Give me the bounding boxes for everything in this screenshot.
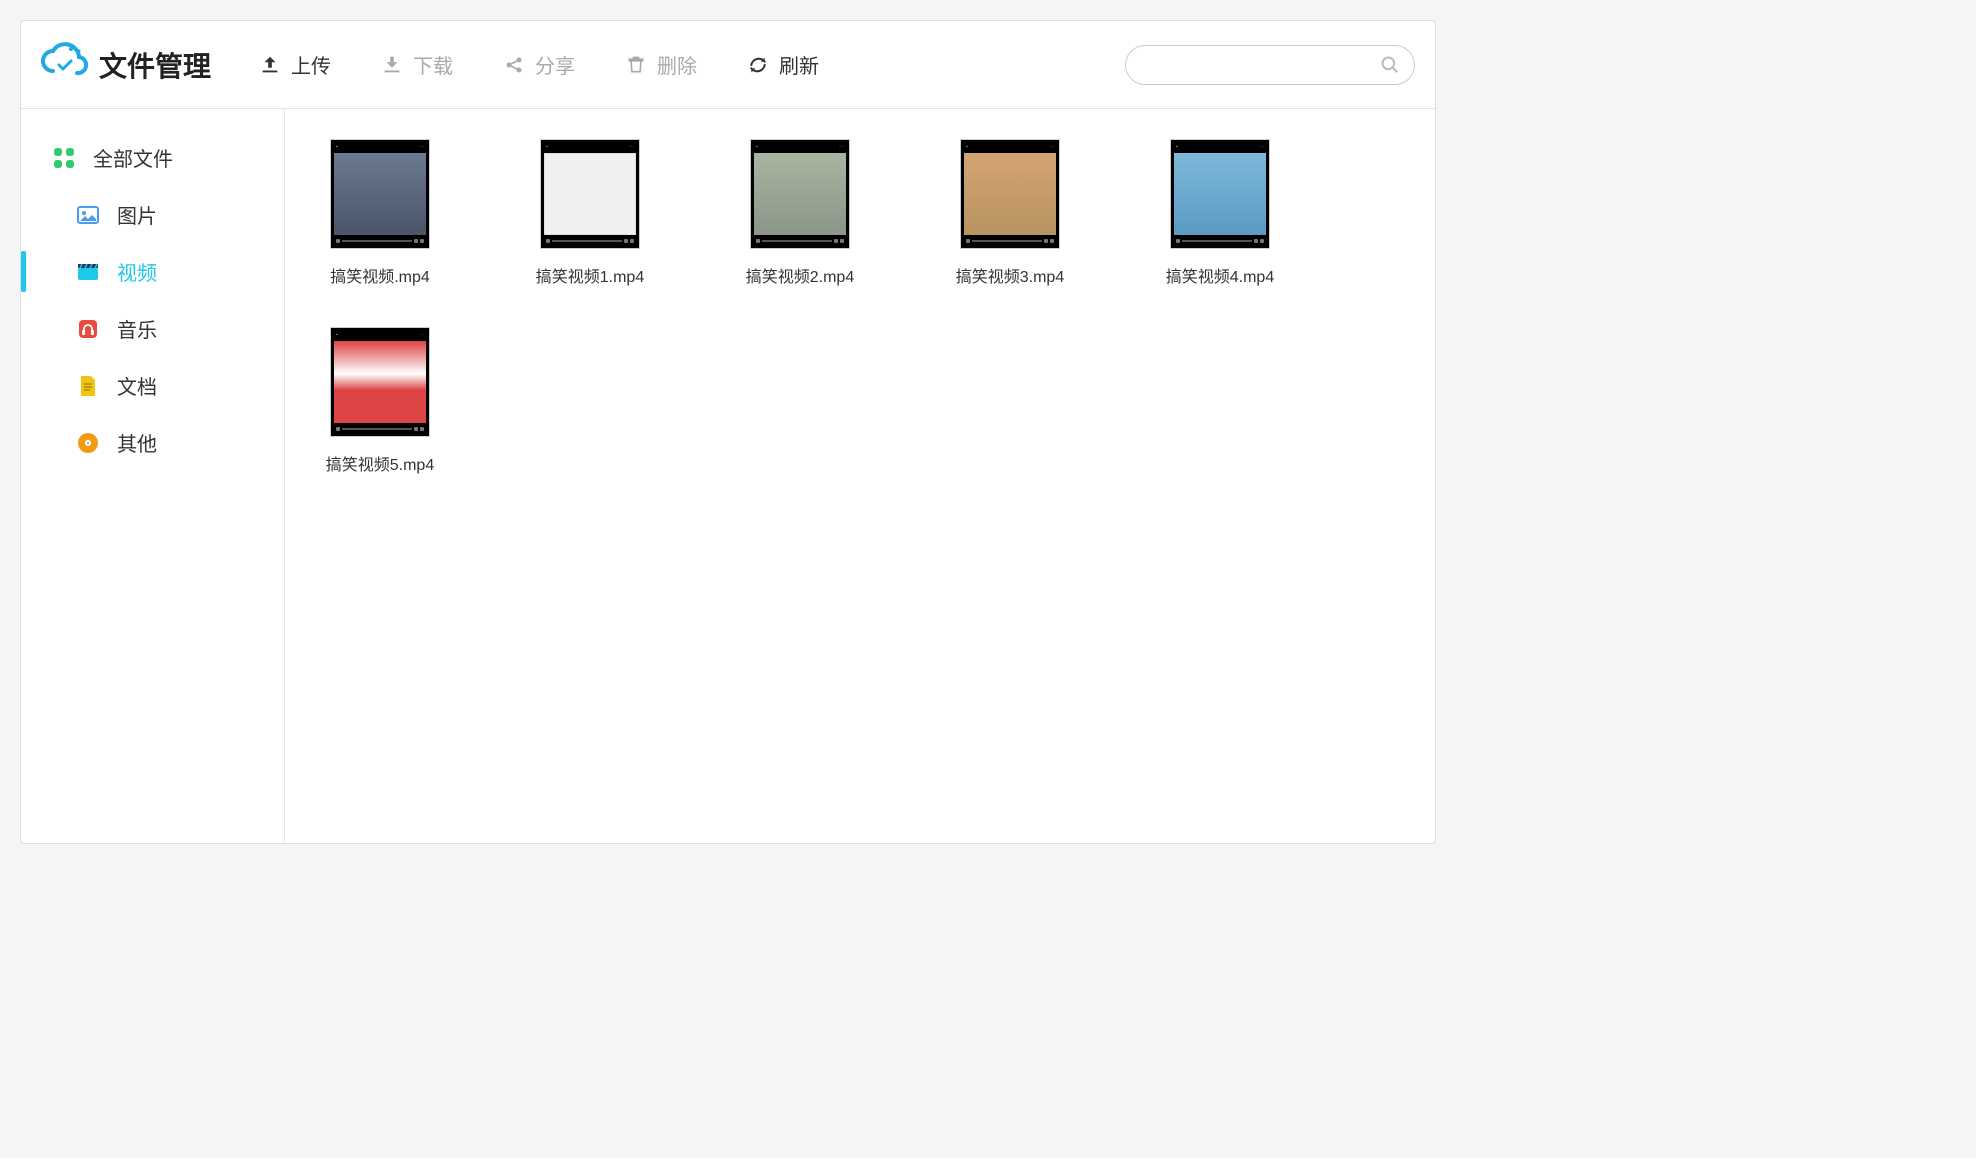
upload-button[interactable]: 上传	[259, 50, 331, 79]
sidebar-videos-label: 视频	[117, 257, 157, 286]
toolbar-buttons: 上传 下载 分享 删除	[259, 50, 1117, 79]
video-thumbnail: ▪⋯	[1170, 139, 1270, 249]
search-input[interactable]	[1140, 56, 1380, 74]
disc-icon	[75, 430, 101, 456]
sidebar-music-label: 音乐	[117, 314, 157, 343]
sidebar: 全部文件 图片 视频 音乐	[21, 109, 285, 843]
content-area: ▪⋯ 搞笑视频.mp4 ▪⋯ 搞笑视频1.mp4 ▪⋯ 搞笑视频2.mp4 ▪⋯…	[285, 109, 1435, 843]
delete-button[interactable]: 删除	[625, 50, 697, 79]
sidebar-item-images[interactable]: 图片	[21, 186, 284, 243]
trash-icon	[625, 54, 647, 76]
file-item[interactable]: ▪⋯ 搞笑视频1.mp4	[515, 139, 665, 287]
download-icon	[381, 54, 403, 76]
video-thumbnail: ▪⋯	[330, 139, 430, 249]
file-name: 搞笑视频.mp4	[330, 263, 430, 287]
upload-label: 上传	[291, 50, 331, 79]
download-label: 下载	[413, 50, 453, 79]
file-name: 搞笑视频3.mp4	[956, 263, 1064, 287]
image-icon	[75, 202, 101, 228]
share-icon	[503, 54, 525, 76]
video-thumbnail: ▪⋯	[540, 139, 640, 249]
app-title: 文件管理	[99, 45, 211, 85]
search-icon[interactable]	[1380, 55, 1400, 75]
video-thumbnail: ▪⋯	[750, 139, 850, 249]
file-grid: ▪⋯ 搞笑视频.mp4 ▪⋯ 搞笑视频1.mp4 ▪⋯ 搞笑视频2.mp4 ▪⋯…	[305, 139, 1415, 475]
file-item[interactable]: ▪⋯ 搞笑视频2.mp4	[725, 139, 875, 287]
file-item[interactable]: ▪⋯ 搞笑视频4.mp4	[1145, 139, 1295, 287]
body-area: 全部文件 图片 视频 音乐	[21, 109, 1435, 843]
video-thumbnail: ▪⋯	[330, 327, 430, 437]
grid-icon	[51, 145, 77, 171]
file-name: 搞笑视频4.mp4	[1166, 263, 1274, 287]
sidebar-item-music[interactable]: 音乐	[21, 300, 284, 357]
app-window: 文件管理 上传 下载 分享	[20, 20, 1436, 844]
sidebar-images-label: 图片	[117, 200, 157, 229]
sidebar-item-documents[interactable]: 文档	[21, 357, 284, 414]
sidebar-others-label: 其他	[117, 428, 157, 457]
sidebar-all-files-label: 全部文件	[93, 143, 173, 172]
search-box[interactable]	[1125, 45, 1415, 85]
file-item[interactable]: ▪⋯ 搞笑视频3.mp4	[935, 139, 1085, 287]
refresh-icon	[747, 54, 769, 76]
toolbar: 文件管理 上传 下载 分享	[21, 21, 1435, 109]
file-item[interactable]: ▪⋯ 搞笑视频.mp4	[305, 139, 455, 287]
video-thumbnail: ▪⋯	[960, 139, 1060, 249]
file-item[interactable]: ▪⋯ 搞笑视频5.mp4	[305, 327, 455, 475]
clapperboard-icon	[75, 259, 101, 285]
sidebar-documents-label: 文档	[117, 371, 157, 400]
sidebar-item-videos[interactable]: 视频	[21, 243, 284, 300]
delete-label: 删除	[657, 50, 697, 79]
cloud-logo-icon	[41, 41, 89, 89]
sidebar-item-all-files[interactable]: 全部文件	[21, 129, 284, 186]
share-button[interactable]: 分享	[503, 50, 575, 79]
download-button[interactable]: 下载	[381, 50, 453, 79]
file-name: 搞笑视频1.mp4	[536, 263, 644, 287]
sidebar-item-others[interactable]: 其他	[21, 414, 284, 471]
refresh-label: 刷新	[779, 50, 819, 79]
upload-icon	[259, 54, 281, 76]
document-icon	[75, 373, 101, 399]
file-name: 搞笑视频5.mp4	[326, 451, 434, 475]
logo-section: 文件管理	[41, 41, 211, 89]
file-name: 搞笑视频2.mp4	[746, 263, 854, 287]
refresh-button[interactable]: 刷新	[747, 50, 819, 79]
share-label: 分享	[535, 50, 575, 79]
headphones-icon	[75, 316, 101, 342]
